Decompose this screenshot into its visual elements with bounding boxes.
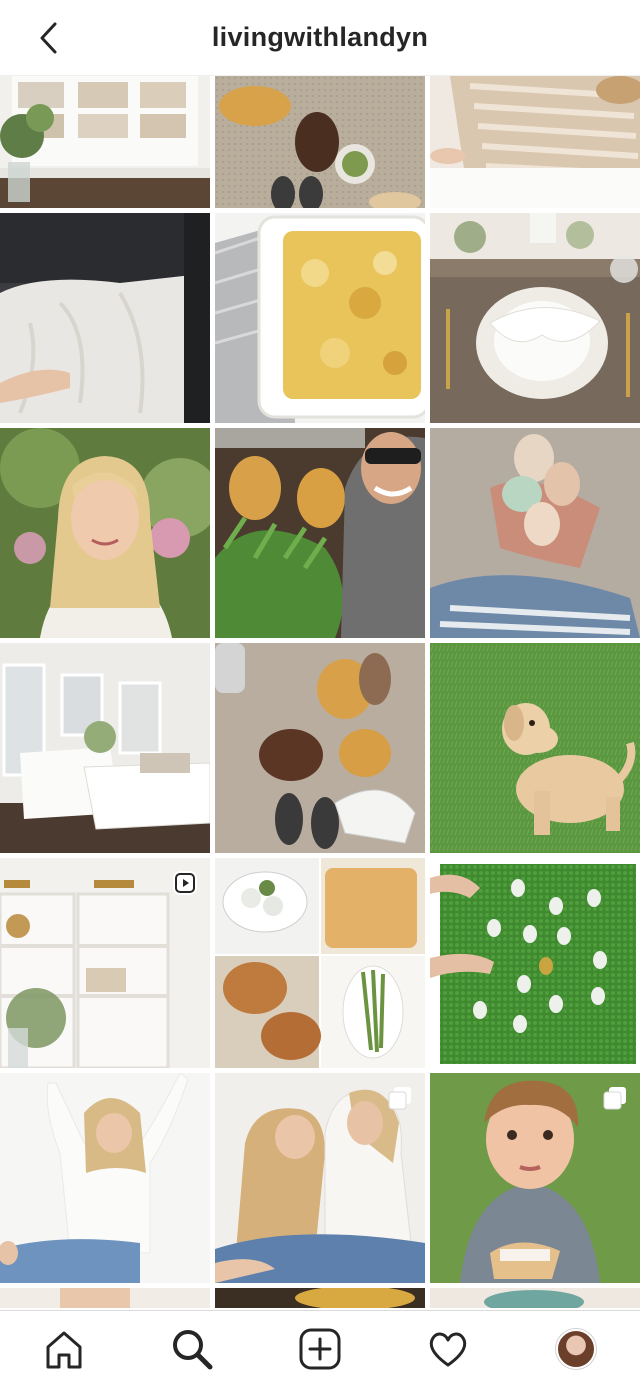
partial-photo-3 [430,1288,640,1308]
nav-new-post-button[interactable] [288,1317,352,1381]
post-thumbnail-partial-3[interactable] [430,1288,640,1308]
post-thumbnail-portrait[interactable] [0,428,210,638]
nav-search-button[interactable] [160,1317,224,1381]
page-title: livingwithlandyn [211,22,429,52]
reels-icon [173,871,197,895]
table-setting-photo [430,213,640,423]
blanket-photo [0,213,210,423]
hens-feeding-photo [215,643,425,853]
post-thumbnail-boy[interactable] [430,1073,640,1283]
profile-avatar [556,1328,596,1369]
post-thumbnail-recipe-collage[interactable] [215,858,425,1068]
post-thumbnail-partial-2[interactable] [215,1288,425,1308]
post-thumbnail-woman-jumping[interactable] [0,1073,210,1283]
nav-home-button[interactable] [32,1317,96,1381]
post-thumbnail-sweater[interactable] [430,76,640,208]
search-icon [173,1329,213,1369]
dog-photo [430,643,640,853]
profile-header: livingwithlandyn [0,0,640,76]
sweater-photo [430,76,640,208]
woman-jumping-photo [0,1073,210,1283]
nav-activity-button[interactable] [416,1317,480,1381]
portrait-photo [0,428,210,638]
heart-icon [429,1332,467,1366]
post-grid [0,76,640,1308]
post-thumbnail-chickens[interactable] [215,76,425,208]
post-thumbnail-blanket[interactable] [0,213,210,423]
partial-photo-1 [0,1288,210,1308]
post-thumbnail-eggs-hand[interactable] [430,428,640,638]
post-thumbnail-partial-1[interactable] [0,1288,210,1308]
carousel-icon [388,1087,411,1110]
casserole-photo [215,213,425,423]
nav-profile-button[interactable] [544,1317,608,1381]
chevron-left-icon [40,22,57,54]
post-thumbnail-living-space[interactable] [0,643,210,853]
post-thumbnail-hens-feeding[interactable] [215,643,425,853]
egg-grid-photo [430,858,640,1068]
post-thumbnail-living-room[interactable] [0,76,210,208]
post-thumbnail-shelves[interactable] [0,858,210,1068]
post-thumbnail-casserole[interactable] [215,213,425,423]
post-thumbnail-dog[interactable] [430,643,640,853]
post-thumbnail-table-setting[interactable] [430,213,640,423]
post-thumbnail-egg-grid[interactable] [430,858,640,1068]
post-thumbnail-two-women[interactable] [215,1073,425,1283]
home-icon [46,1331,82,1368]
carousel-icon [603,1087,626,1110]
eggs-hand-photo [430,428,640,638]
back-button[interactable] [26,14,70,62]
bottom-navigation [0,1310,640,1386]
chickens-photo [215,76,425,208]
partial-photo-2 [215,1288,425,1308]
new-post-icon [299,1328,341,1369]
recipe-collage-photo [215,858,425,1068]
chickens-garden-photo [215,428,425,638]
bookshelf-photo [0,76,210,208]
post-thumbnail-chickens-garden[interactable] [215,428,425,638]
living-space-photo [0,643,210,853]
